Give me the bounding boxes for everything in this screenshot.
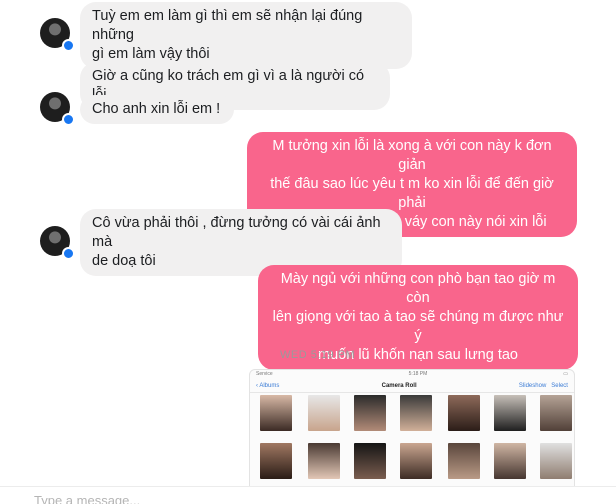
slideshow-link: Slideshow [518,382,547,389]
message-timestamp: WED 5:19 PM [280,349,356,361]
screenshot-nav-bar: ‹ Albums Camera Roll Slideshow Select [250,379,574,393]
photo-thumbnail [354,443,386,479]
active-status-icon [62,247,75,260]
screenshot-nav-actions: Slideshow Select [519,383,568,389]
photo-thumbnail [354,395,386,431]
photo-thumbnail [448,443,480,479]
chat-thread: Tuỳ em em làm gì thì em sẽ nhận lại đúng… [0,0,616,504]
active-status-icon [62,39,75,52]
clock-label: 5:18 PM [408,371,428,377]
photo-thumbnail [400,395,432,431]
albums-back-link: ‹ Albums [256,382,280,389]
carrier-label: Service [256,371,273,377]
battery-icon: ▭ [563,371,568,377]
photo-thumbnail [540,395,572,431]
photo-thumbnail [400,443,432,479]
incoming-message[interactable]: Tuỳ em em làm gì thì em sẽ nhận lại đúng… [80,2,412,69]
message-composer [0,486,616,504]
photo-thumbnail [308,395,340,431]
camera-roll-title: Camera Roll [381,382,417,389]
photo-thumbnail [260,395,292,431]
contact-avatar[interactable] [40,92,75,126]
select-link: Select [551,382,568,389]
incoming-message[interactable]: Cho anh xin lỗi em ! [80,95,234,124]
photo-thumbnail [448,395,480,431]
photo-thumbnail [260,443,292,479]
contact-avatar[interactable] [40,18,75,52]
screenshot-status-bar: Service 5:18 PM ▭ [250,370,574,378]
photo-thumbnail [494,395,526,431]
photo-thumbnail [308,443,340,479]
contact-avatar[interactable] [40,226,75,260]
message-input[interactable] [34,493,334,504]
photo-thumbnail [540,443,572,479]
photo-thumbnail [494,443,526,479]
image-attachment[interactable]: Service 5:18 PM ▭ ‹ Albums Camera Roll S… [249,369,575,493]
active-status-icon [62,113,75,126]
